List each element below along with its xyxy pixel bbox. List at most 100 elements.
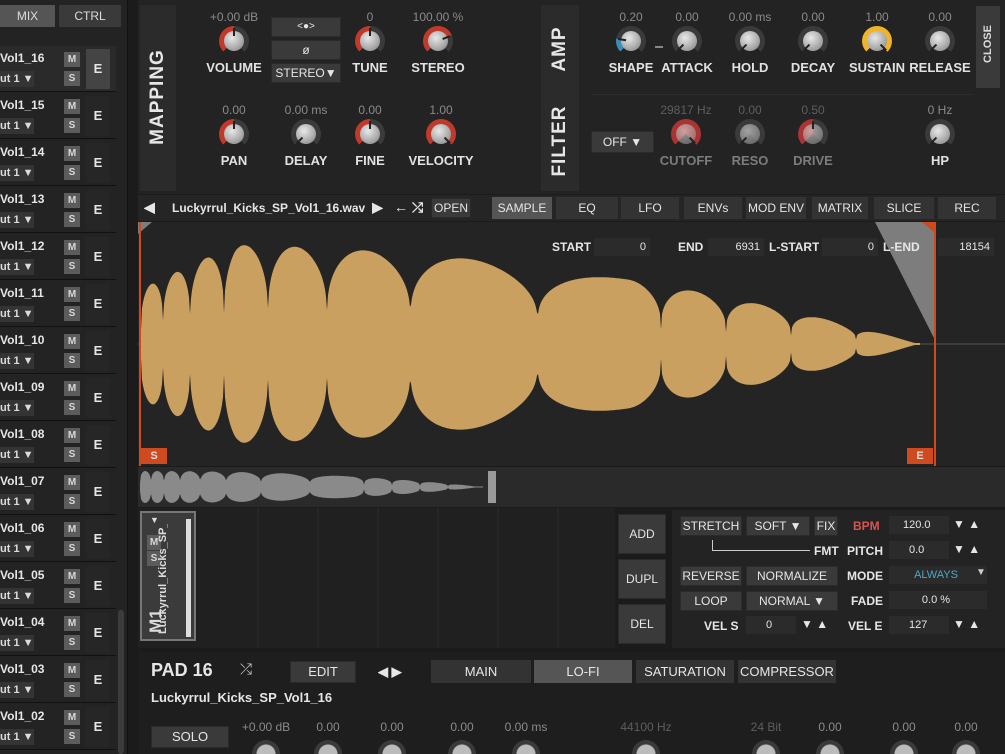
channel-edit-button[interactable]: E (86, 660, 110, 700)
channel-edit-button[interactable]: E (86, 331, 110, 371)
pad-tab-main[interactable]: MAIN (431, 660, 531, 683)
channel-output-dropdown[interactable]: ut 1 ▼ (0, 635, 34, 651)
vels-field[interactable]: 0 (746, 616, 796, 634)
tab-matrix[interactable]: MATRIX (812, 197, 868, 219)
channel-output-dropdown[interactable]: ut 1 ▼ (0, 494, 34, 510)
duplicate-button[interactable]: DUPL (618, 559, 666, 599)
channel-edit-button[interactable]: E (86, 96, 110, 136)
channel-edit-button[interactable]: E (86, 707, 110, 747)
channel-mute-button[interactable]: M (64, 287, 80, 302)
start-field[interactable]: 0 (594, 238, 650, 256)
tab-lfo[interactable]: LFO (621, 197, 679, 219)
decay-control-knob[interactable] (798, 26, 828, 56)
end-marker-handle[interactable]: E (907, 448, 933, 464)
mix-tab[interactable]: MIX (0, 5, 55, 27)
channel-mute-button[interactable]: M (64, 475, 80, 490)
channel-edit-button[interactable]: E (86, 143, 110, 183)
mode-field[interactable]: ALWAYS (889, 566, 987, 584)
cutoff-control-knob[interactable] (671, 119, 701, 149)
stereo-control-knob[interactable] (423, 26, 453, 56)
loop-button[interactable]: LOOP (680, 591, 742, 611)
channel-row[interactable]: Vol1_16 ut 1 ▼ M S E (0, 46, 116, 92)
channel-mute-button[interactable]: M (64, 99, 80, 114)
channel-row[interactable]: Vol1_02 ut 1 ▼ M S E (0, 704, 116, 750)
channel-mute-button[interactable]: M (64, 428, 80, 443)
prev-sample-button[interactable]: ◀ (144, 199, 155, 216)
lend-field[interactable]: 18154 (938, 238, 994, 256)
pad-edit-button[interactable]: EDIT (290, 661, 356, 683)
sustain-control-knob[interactable] (862, 26, 892, 56)
channel-row[interactable]: Vol1_04 ut 1 ▼ M S E (0, 610, 116, 656)
channel-row[interactable]: Vol1_11 ut 1 ▼ M S E (0, 281, 116, 327)
channel-edit-button[interactable]: E (86, 613, 110, 653)
channel-row[interactable]: Vol1_09 ut 1 ▼ M S E (0, 375, 116, 421)
hold-control-knob[interactable] (735, 26, 765, 56)
channel-solo-button[interactable]: S (64, 494, 80, 509)
channel-edit-button[interactable]: E (86, 237, 110, 277)
channel-solo-button[interactable]: S (64, 212, 80, 227)
channel-solo-button[interactable]: S (64, 165, 80, 180)
pad-nav-arrows[interactable]: ◀ ▶ (378, 664, 402, 680)
channel-edit-button[interactable]: E (86, 566, 110, 606)
normalize-button[interactable]: NORMALIZE (746, 566, 838, 586)
channel-solo-button[interactable]: S (64, 729, 80, 744)
pitch-stepper[interactable]: ▼ ▲ (953, 542, 980, 556)
channel-output-dropdown[interactable]: ut 1 ▼ (0, 118, 34, 134)
bpm-stepper[interactable]: ▼ ▲ (953, 517, 980, 531)
shape-control-knob[interactable] (616, 26, 646, 56)
channel-output-dropdown[interactable]: ut 1 ▼ (0, 400, 34, 416)
tab-envs[interactable]: ENVs (684, 197, 742, 219)
reverse-button[interactable]: REVERSE (680, 566, 742, 586)
tab-eq[interactable]: EQ (556, 197, 618, 219)
channel-mute-button[interactable]: M (64, 710, 80, 725)
channel-row[interactable]: Vol1_14 ut 1 ▼ M S E (0, 140, 116, 186)
channel-output-dropdown[interactable]: ut 1 ▼ (0, 729, 34, 745)
channel-mute-button[interactable]: M (64, 334, 80, 349)
channel-solo-button[interactable]: S (64, 306, 80, 321)
delete-button[interactable]: DEL (618, 604, 666, 644)
fade-field[interactable]: 0.0 % (889, 591, 987, 609)
reso-control-knob[interactable] (735, 119, 765, 149)
filter-type-dropdown[interactable]: OFF ▼ (591, 131, 654, 153)
channel-solo-button[interactable]: S (64, 447, 80, 462)
bpm-field[interactable]: 120.0 (889, 516, 949, 534)
tab-rec[interactable]: REC (938, 197, 996, 219)
hp-control-knob[interactable] (925, 119, 955, 149)
mode-dropdown-arrow-icon[interactable]: ▼ (976, 567, 986, 578)
tab-mod-env[interactable]: MOD ENV (746, 197, 806, 219)
channel-mute-button[interactable]: M (64, 240, 80, 255)
tab-slice[interactable]: SLICE (874, 197, 934, 219)
phase-invert-button[interactable]: ø (271, 40, 341, 60)
channel-solo-button[interactable]: S (64, 353, 80, 368)
channel-output-dropdown[interactable]: ut 1 ▼ (0, 306, 34, 322)
channel-mute-button[interactable]: M (64, 193, 80, 208)
volume-control-knob[interactable] (219, 26, 249, 56)
channel-output-dropdown[interactable]: ut 1 ▼ (0, 682, 34, 698)
stretch-button[interactable]: STRETCH (680, 516, 742, 536)
stereo-link-button[interactable]: <●> (271, 17, 341, 37)
loop-mode-dropdown[interactable]: NORMAL ▼ (746, 591, 838, 611)
channel-edit-button[interactable]: E (86, 190, 110, 230)
add-button[interactable]: ADD (618, 514, 666, 554)
channel-output-dropdown[interactable]: ut 1 ▼ (0, 541, 34, 557)
stretch-mode-dropdown[interactable]: SOFT ▼ (746, 516, 810, 536)
fmt-label[interactable]: FMT (814, 544, 839, 558)
channel-row[interactable]: Vol1_03 ut 1 ▼ M S E (0, 657, 116, 703)
channel-row[interactable]: Vol1_13 ut 1 ▼ M S E (0, 187, 116, 233)
back-arrow-icon[interactable]: ← (394, 199, 408, 215)
close-button[interactable]: CLOSE (976, 6, 1000, 88)
channel-row[interactable]: Vol1_06 ut 1 ▼ M S E (0, 516, 116, 562)
channel-row[interactable]: Vol1_10 ut 1 ▼ M S E (0, 328, 116, 374)
vele-field[interactable]: 127 (889, 616, 949, 634)
pad-tab-saturation[interactable]: SATURATION (636, 660, 734, 683)
channel-output-dropdown[interactable]: ut 1 ▼ (0, 71, 34, 87)
sample-slot[interactable]: ▼ M S Luckyrrul_Kicks_SP_Vo M1 (140, 511, 196, 641)
release-control-knob[interactable] (925, 26, 955, 56)
pad-tab-compressor[interactable]: COMPRESSOR (738, 660, 836, 683)
channel-row[interactable]: Vol1_05 ut 1 ▼ M S E (0, 563, 116, 609)
channel-solo-button[interactable]: S (64, 400, 80, 415)
channel-row[interactable]: Vol1_12 ut 1 ▼ M S E (0, 234, 116, 280)
open-button[interactable]: OPEN (431, 198, 471, 218)
channel-mute-button[interactable]: M (64, 381, 80, 396)
channel-solo-button[interactable]: S (64, 71, 80, 86)
